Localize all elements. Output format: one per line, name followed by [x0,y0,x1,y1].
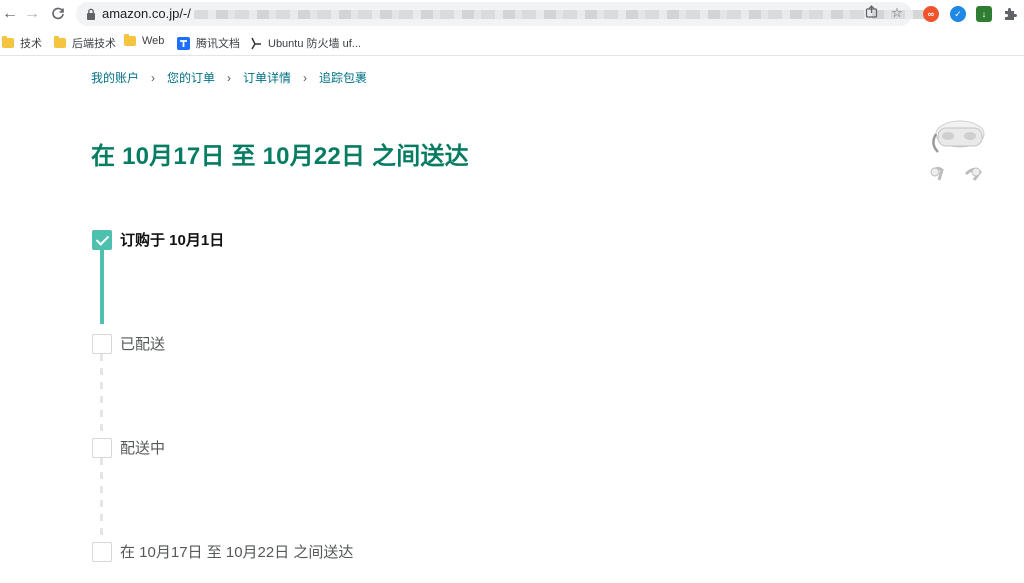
checkbox-empty-icon [92,541,112,562]
extension-infinity-icon[interactable]: ∞ [923,6,939,22]
breadcrumb-my-account[interactable]: 我的账户 [91,69,139,86]
folder-icon [124,34,136,46]
share-icon[interactable] [862,5,880,21]
bookmark-label: 技术 [20,38,42,50]
chevron-right-icon: › [227,70,232,85]
chevron-right-icon: › [151,70,156,85]
browser-toolbar: ← → amazon.co.jp/-/ ☆ ∞ ✓ ↓ [0,0,1024,28]
tracking-step-ordered: 订购于 10月1日 [92,229,224,250]
checkbox-checked-icon [92,229,112,250]
forward-arrow-icon[interactable]: → [22,4,42,24]
bookmark-item[interactable]: 腾讯文档 [177,35,240,51]
bookmark-label: Ubuntu 防火墙 uf... [268,38,361,50]
bookmark-label: 腾讯文档 [196,38,240,50]
bookmark-item[interactable]: 后端技术 [54,35,116,51]
bookmark-item[interactable]: Web [124,34,165,47]
step-label: 已配送 [120,336,166,353]
bookmark-item[interactable]: 技术 [2,35,42,51]
step-label: 订购于 10月1日 [120,232,225,249]
product-image[interactable] [924,114,990,194]
bookmarks-bar: 技术 后端技术 Web 腾讯文档 Ubuntu 防火墙 uf... [0,28,1024,56]
tencent-docs-icon [177,36,190,50]
extensions-puzzle-icon[interactable] [1002,6,1018,22]
breadcrumb-track-package[interactable]: 追踪包裹 [319,69,367,86]
bookmark-label: Web [142,35,165,47]
bookmark-label: 后端技术 [72,38,116,50]
checkbox-empty-icon [92,333,112,354]
breadcrumb-your-orders[interactable]: 您的订单 [167,69,215,86]
progress-line-completed [100,249,104,324]
progress-line-pending [100,354,103,434]
back-arrow-icon[interactable]: ← [0,4,20,24]
lock-icon [87,8,95,20]
step-label: 在 10月17日 至 10月22日 之间送达 [120,544,354,561]
progress-line-pending [100,458,103,538]
folder-icon [54,36,66,48]
checkbox-empty-icon [92,437,112,458]
extension-bird-icon[interactable]: ✓ [950,6,966,22]
bookmark-item[interactable]: Ubuntu 防火墙 uf... [250,35,361,51]
tracking-step-out-for-delivery: 配送中 [92,437,165,458]
breadcrumb: 我的账户 › 您的订单 › 订单详情 › 追踪包裹 [91,69,367,86]
delivery-estimate-title: 在 10月17日 至 10月22日 之间送达 [91,143,469,170]
address-bar[interactable]: amazon.co.jp/-/ ☆ [76,2,934,26]
folder-icon [2,36,14,48]
reload-icon[interactable] [48,4,68,24]
chevron-right-icon: › [303,70,308,85]
url-text: amazon.co.jp/-/ [102,6,191,21]
step-label: 配送中 [120,440,166,457]
url-redacted [194,10,934,19]
ubuntu-icon [251,37,261,49]
tracking-step-shipped: 已配送 [92,333,165,354]
extension-download-icon[interactable]: ↓ [976,6,992,22]
breadcrumb-order-details[interactable]: 订单详情 [243,69,291,86]
star-icon[interactable]: ☆ [888,5,906,21]
tracking-step-delivered: 在 10月17日 至 10月22日 之间送达 [92,541,353,562]
